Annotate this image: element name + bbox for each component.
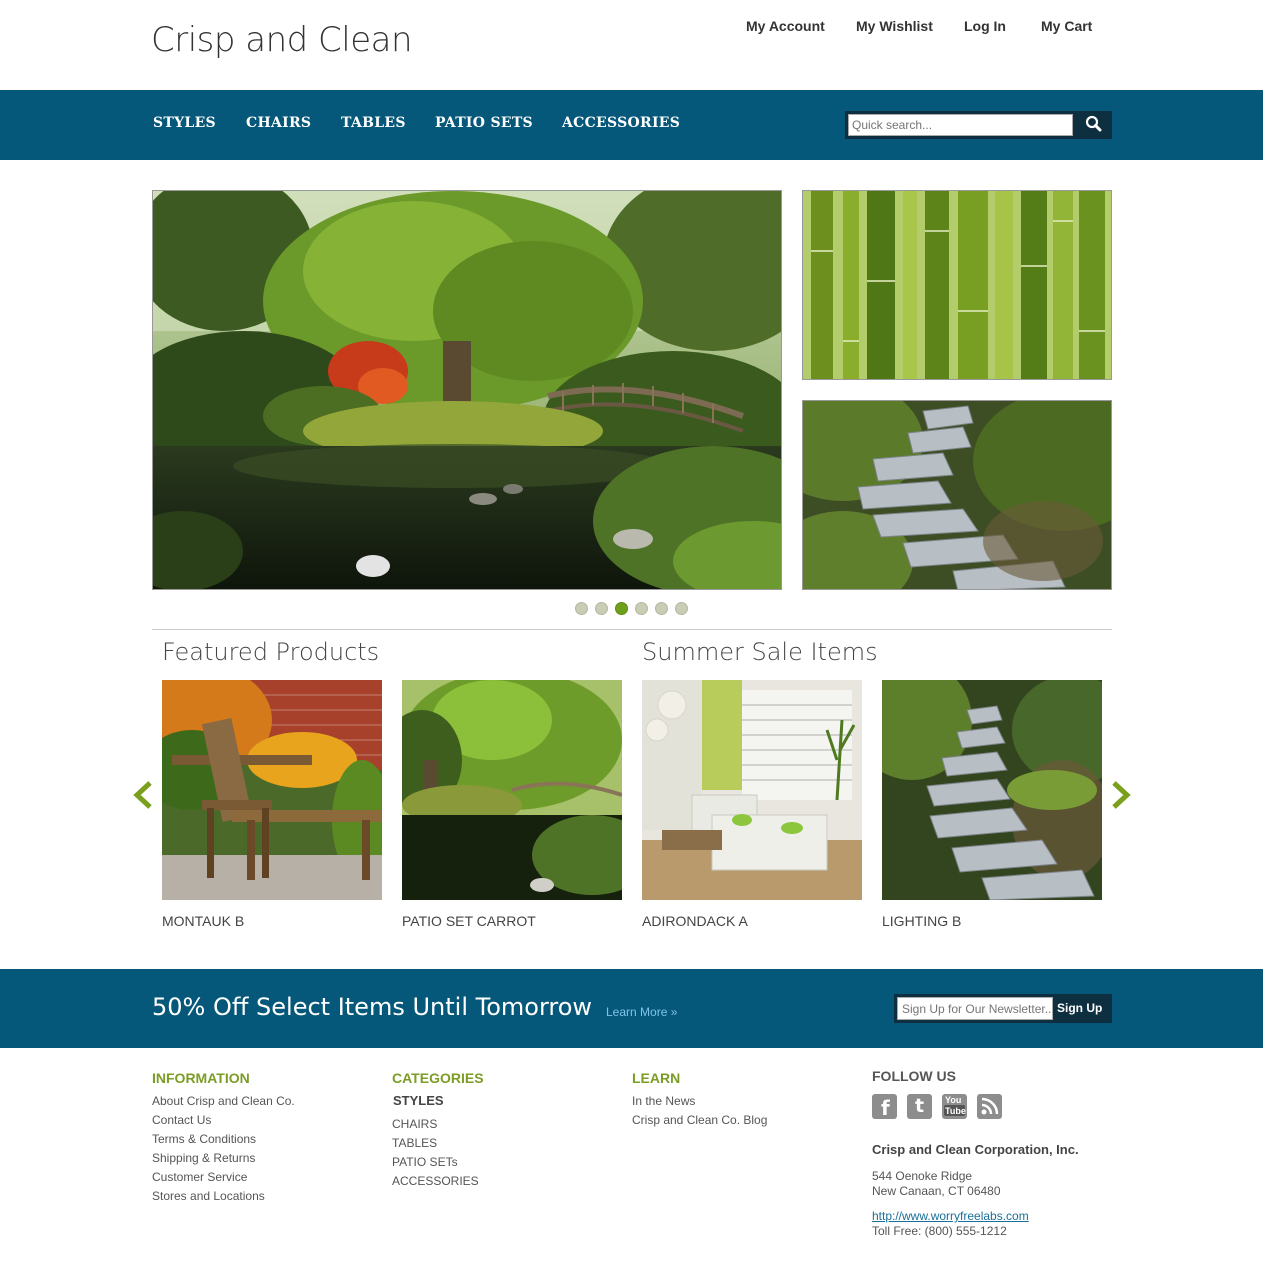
my-account-link[interactable]: My Account: [746, 18, 825, 34]
slider-dot-6[interactable]: [675, 602, 688, 615]
product-image-patio-set-carrot[interactable]: [402, 680, 622, 900]
carousel-next-arrow[interactable]: [1110, 780, 1132, 810]
nav-styles[interactable]: STYLES: [153, 115, 216, 131]
address-line-1: 544 Oenoke Ridge: [872, 1169, 973, 1183]
bamboo-image[interactable]: [802, 190, 1112, 380]
promo-banner: 50% Off Select Items Until Tomorrow Lear…: [0, 969, 1263, 1048]
footer-link-customer-service[interactable]: Customer Service: [152, 1170, 247, 1184]
twitter-glyph: t: [915, 1095, 925, 1117]
facebook-glyph: f: [881, 1096, 890, 1119]
hero-garden-image[interactable]: [152, 190, 782, 590]
toll-free-phone: Toll Free: (800) 555-1212: [872, 1224, 1007, 1238]
product-name-lighting-b[interactable]: LIGHTING B: [882, 913, 961, 929]
my-cart-link[interactable]: My Cart: [1041, 18, 1092, 34]
nav-tables[interactable]: TABLES: [341, 115, 406, 131]
rss-icon[interactable]: [977, 1094, 1002, 1119]
footer-link-terms[interactable]: Terms & Conditions: [152, 1132, 256, 1146]
product-image-lighting-b[interactable]: [882, 680, 1102, 900]
learn-more-link[interactable]: Learn More »: [606, 1005, 677, 1019]
product-image-montauk-b[interactable]: [162, 680, 382, 900]
slider-dot-3-active[interactable]: [615, 602, 628, 615]
product-name-patio-set-carrot[interactable]: PATIO SET CARROT: [402, 913, 536, 929]
twitter-icon[interactable]: t: [907, 1094, 932, 1119]
slider-dot-4[interactable]: [635, 602, 648, 615]
company-name: Crisp and Clean Corporation, Inc.: [872, 1142, 1079, 1157]
address-line-2: New Canaan, CT 06480: [872, 1184, 1001, 1198]
slider-dot-5[interactable]: [655, 602, 668, 615]
newsletter-email-input[interactable]: [897, 997, 1053, 1020]
footer-category-chairs[interactable]: CHAIRS: [392, 1117, 437, 1131]
search-button[interactable]: [1077, 111, 1112, 139]
product-name-montauk-b[interactable]: MONTAUK B: [162, 913, 244, 929]
youtube-glyph-bottom: Tube: [945, 1106, 966, 1116]
slider-dot-1[interactable]: [575, 602, 588, 615]
newsletter-signup-button[interactable]: Sign Up: [1057, 1001, 1102, 1015]
nav-chairs[interactable]: CHAIRS: [246, 115, 311, 131]
login-link[interactable]: Log In: [964, 18, 1006, 34]
footer-link-about[interactable]: About Crisp and Clean Co.: [152, 1094, 295, 1108]
footer-link-blog[interactable]: Crisp and Clean Co. Blog: [632, 1113, 767, 1127]
carousel-prev-arrow[interactable]: [132, 780, 154, 810]
stone-path-image[interactable]: [802, 400, 1112, 590]
footer-link-in-the-news[interactable]: In the News: [632, 1094, 695, 1108]
youtube-icon[interactable]: You Tube: [942, 1094, 967, 1119]
nav-accessories[interactable]: ACCESSORIES: [562, 115, 680, 131]
youtube-glyph-top: You: [945, 1095, 962, 1105]
product-image-adirondack-a[interactable]: [642, 680, 862, 900]
newsletter-form: Sign Up: [894, 994, 1112, 1023]
footer-category-tables[interactable]: TABLES: [392, 1136, 437, 1150]
magnifier-icon: [1085, 115, 1102, 132]
featured-products-heading: Featured Products: [162, 638, 380, 666]
product-name-adirondack-a[interactable]: ADIRONDACK A: [642, 913, 748, 929]
promo-headline: 50% Off Select Items Until Tomorrow: [152, 993, 593, 1021]
footer-learn-heading: LEARN: [632, 1070, 681, 1086]
search-input[interactable]: [848, 114, 1073, 136]
footer-category-accessories[interactable]: ACCESSORIES: [392, 1174, 479, 1188]
summer-sale-heading: Summer Sale Items: [642, 638, 878, 666]
slider-dot-2[interactable]: [595, 602, 608, 615]
nav-patio-sets[interactable]: PATIO SETS: [435, 115, 533, 131]
site-logo[interactable]: Crisp and Clean: [151, 20, 413, 60]
footer-follow-heading: FOLLOW US: [872, 1068, 956, 1084]
footer-categories-heading: CATEGORIES: [392, 1070, 484, 1086]
footer-link-contact[interactable]: Contact Us: [152, 1113, 211, 1127]
search-box: [845, 111, 1112, 139]
section-divider: [152, 629, 1112, 630]
footer-category-patio-sets[interactable]: PATIO SETs: [392, 1155, 458, 1169]
footer-category-styles[interactable]: STYLES: [393, 1093, 444, 1108]
my-wishlist-link[interactable]: My Wishlist: [856, 18, 933, 34]
footer-link-stores[interactable]: Stores and Locations: [152, 1189, 265, 1203]
footer-information-heading: INFORMATION: [152, 1070, 250, 1086]
company-website-link[interactable]: http://www.worryfreelabs.com: [872, 1209, 1029, 1223]
main-navigation: STYLES CHAIRS TABLES PATIO SETS ACCESSOR…: [0, 90, 1263, 160]
facebook-icon[interactable]: f: [872, 1094, 897, 1119]
footer-link-shipping[interactable]: Shipping & Returns: [152, 1151, 255, 1165]
